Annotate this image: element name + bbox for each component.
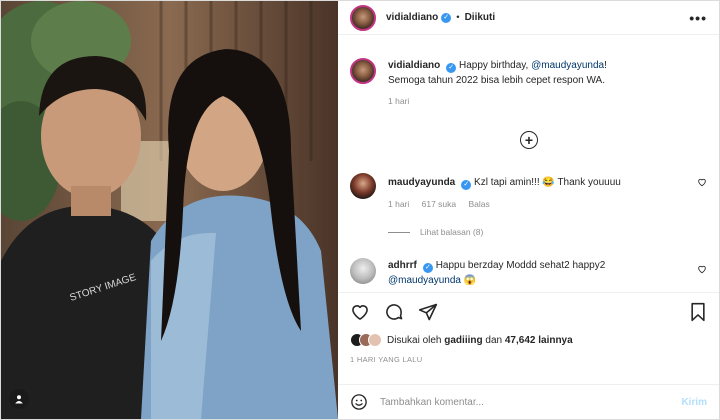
- comment: adhrrf ✓ Happu berzday Moddd sehat2 happy…: [350, 258, 707, 288]
- author-username[interactable]: vidialdiano: [386, 12, 438, 23]
- author-avatar[interactable]: [350, 4, 376, 31]
- comment-text: maudyayunda ✓ Kzl tapi amin!!! 😂 Thank yo…: [388, 173, 707, 190]
- likes-joiner: dan: [485, 334, 503, 346]
- reply-button[interactable]: Balas: [469, 199, 490, 209]
- liker-username[interactable]: gadiiing: [444, 335, 482, 346]
- likes-others[interactable]: 47,642 lainnya: [505, 335, 573, 346]
- post-photo[interactable]: STORY IMAGE: [1, 1, 338, 419]
- caption-text: vidialdiano ✓ Happy birthday, @maudyayund…: [388, 58, 707, 88]
- photo-illustration: STORY IMAGE: [1, 1, 338, 419]
- comment-mention[interactable]: @maudyayunda: [388, 275, 461, 286]
- heart-icon[interactable]: [350, 302, 370, 322]
- verified-badge-icon: ✓: [422, 263, 433, 273]
- comment-text: adhrrf ✓ Happu berzday Moddd sehat2 happy…: [388, 258, 707, 288]
- post-actions-section: Disukai oleh gadiiing dan 47,642 lainnya…: [338, 292, 719, 364]
- comment-input[interactable]: [380, 396, 682, 408]
- comments-list: vidialdiano ✓ Happy birthday, @maudyayund…: [338, 36, 719, 291]
- caption-time[interactable]: 1 hari: [388, 96, 409, 106]
- likes-text: Disukai oleh gadiiing dan 47,642 lainnya: [387, 335, 573, 346]
- caption-mention[interactable]: @maudyayunda: [531, 60, 604, 71]
- share-icon[interactable]: [418, 302, 438, 322]
- view-replies-button[interactable]: Lihat balasan (8): [388, 227, 483, 237]
- comment-time[interactable]: 1 hari: [388, 199, 409, 209]
- comment-author[interactable]: adhrrf: [388, 260, 417, 271]
- comment: maudyayunda ✓ Kzl tapi amin!!! 😂 Thank yo…: [350, 173, 707, 209]
- comment-heart-icon[interactable]: [697, 264, 707, 274]
- post-header: vidialdiano ✓ • Diikuti •••: [338, 1, 719, 35]
- comment-author[interactable]: maudyayunda: [388, 177, 455, 188]
- comment-body: Kzl tapi amin!!! 😂 Thank youuuu: [474, 177, 621, 188]
- comment-emoji: 😱: [463, 275, 477, 286]
- caption-text-start: Happy birthday,: [459, 60, 532, 71]
- comment-composer: Kirim: [338, 384, 719, 419]
- more-options-icon[interactable]: •••: [689, 10, 707, 26]
- comment-icon[interactable]: [384, 302, 404, 322]
- caption-text-end: !: [604, 60, 607, 71]
- verified-badge-icon: ✓: [446, 63, 457, 73]
- caption: vidialdiano ✓ Happy birthday, @maudyayund…: [350, 58, 707, 106]
- comment-avatar[interactable]: [350, 173, 376, 199]
- divider-line: [388, 231, 410, 233]
- caption-author[interactable]: vidialdiano: [388, 60, 440, 71]
- separator-dot: •: [456, 12, 460, 23]
- caption-meta: 1 hari: [388, 96, 707, 106]
- comment-avatar[interactable]: [350, 258, 376, 284]
- emoji-icon[interactable]: [350, 393, 368, 411]
- user-tag-icon[interactable]: [9, 389, 29, 409]
- liker-avatar[interactable]: [368, 333, 382, 347]
- verified-badge-icon: ✓: [461, 180, 472, 190]
- comment-body: Happu berzday Moddd sehat2 happy2: [435, 260, 606, 271]
- bookmark-icon[interactable]: [689, 302, 707, 322]
- post-timestamp[interactable]: 1 HARI YANG LALU: [338, 355, 719, 364]
- likes-prefix: Disukai oleh: [387, 334, 442, 346]
- post-side-panel: vidialdiano ✓ • Diikuti ••• vidialdiano ✓…: [338, 1, 719, 419]
- action-bar: [338, 293, 719, 331]
- likes-summary: Disukai oleh gadiiing dan 47,642 lainnya: [338, 331, 719, 349]
- verified-badge-icon: ✓: [441, 12, 452, 23]
- comment-meta: 1 hari 617 suka Balas: [388, 199, 707, 209]
- add-circle-icon[interactable]: +: [520, 131, 538, 149]
- caption-line2: Semoga tahun 2022 bisa lebih cepet respo…: [388, 75, 605, 86]
- view-replies-label: Lihat balasan (8): [420, 227, 484, 237]
- comment-likes[interactable]: 617 suka: [422, 199, 457, 209]
- follow-button[interactable]: Diikuti: [465, 12, 496, 23]
- caption-avatar[interactable]: [350, 58, 376, 84]
- post-comment-button[interactable]: Kirim: [681, 397, 707, 408]
- comment-heart-icon[interactable]: [697, 177, 707, 187]
